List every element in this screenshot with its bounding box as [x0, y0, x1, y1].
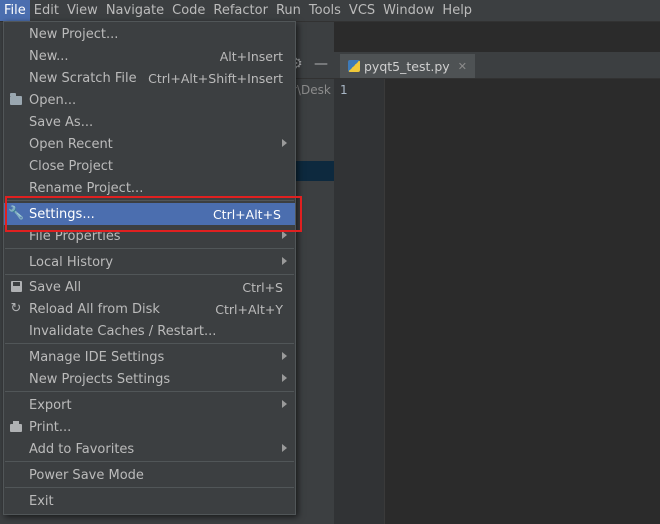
refresh-icon: ↻: [10, 301, 22, 316]
shortcut: Ctrl+S: [242, 279, 283, 295]
menu-refactor[interactable]: Refactor: [209, 0, 272, 21]
submenu-arrow-icon: [282, 139, 287, 147]
menu-code[interactable]: Code: [168, 0, 209, 21]
menu-window[interactable]: Window: [379, 0, 438, 21]
menu-separator: [5, 461, 294, 462]
file-menu: New Project... New... Alt+Insert New Scr…: [3, 21, 296, 515]
editor-tab-bar: pyqt5_test.py ✕: [334, 52, 660, 79]
close-icon[interactable]: ✕: [458, 60, 467, 73]
menu-view[interactable]: View: [63, 0, 102, 21]
menu-item-close-project[interactable]: Close Project: [4, 155, 295, 177]
menu-item-new-project[interactable]: New Project...: [4, 23, 295, 45]
menu-item-reload-all[interactable]: ↻ Reload All from Disk Ctrl+Alt+Y: [4, 298, 295, 320]
tab-pyqt5-test[interactable]: pyqt5_test.py ✕: [340, 54, 475, 78]
submenu-arrow-icon: [282, 374, 287, 382]
menu-item-manage-ide-settings[interactable]: Manage IDE Settings: [4, 346, 295, 368]
menu-item-save-all[interactable]: Save All Ctrl+S: [4, 276, 295, 298]
minimize-icon[interactable]: —: [314, 56, 328, 72]
submenu-arrow-icon: [282, 352, 287, 360]
menu-item-open[interactable]: Open...: [4, 89, 295, 111]
menu-item-exit[interactable]: Exit: [4, 490, 295, 512]
project-path: r\Desk: [292, 83, 331, 97]
menu-item-save-as[interactable]: Save As...: [4, 111, 295, 133]
menu-separator: [5, 487, 294, 488]
highlight-box: [5, 196, 302, 232]
submenu-arrow-icon: [282, 231, 287, 239]
menu-tools[interactable]: Tools: [305, 0, 345, 21]
editor-gutter: [334, 79, 385, 524]
menu-separator: [5, 248, 294, 249]
menu-bar: File Edit View Navigate Code Refactor Ru…: [0, 0, 660, 22]
printer-icon: [8, 419, 24, 435]
menu-item-add-to-favorites[interactable]: Add to Favorites: [4, 438, 295, 460]
shortcut: Ctrl+Alt+Y: [215, 301, 283, 317]
menu-edit[interactable]: Edit: [30, 0, 63, 21]
line-number: 1: [340, 83, 348, 97]
menu-help[interactable]: Help: [438, 0, 476, 21]
menu-item-new-scratch-file[interactable]: New Scratch File Ctrl+Alt+Shift+Insert: [4, 67, 295, 89]
menu-item-open-recent[interactable]: Open Recent: [4, 133, 295, 155]
menu-item-power-save-mode[interactable]: Power Save Mode: [4, 464, 295, 486]
shortcut: Alt+Insert: [219, 48, 283, 64]
menu-separator: [5, 274, 294, 275]
menu-item-invalidate-caches[interactable]: Invalidate Caches / Restart...: [4, 320, 295, 342]
shortcut: Ctrl+Alt+Shift+Insert: [148, 70, 283, 86]
menu-item-local-history[interactable]: Local History: [4, 251, 295, 273]
menu-item-print[interactable]: Print...: [4, 416, 295, 438]
menu-separator: [5, 343, 294, 344]
menu-separator: [5, 391, 294, 392]
menu-navigate[interactable]: Navigate: [102, 0, 168, 21]
menu-item-new-projects-settings[interactable]: New Projects Settings: [4, 368, 295, 390]
save-icon: [8, 279, 24, 295]
folder-icon: [8, 92, 24, 108]
menu-run[interactable]: Run: [272, 0, 305, 21]
menu-item-export[interactable]: Export: [4, 394, 295, 416]
menu-item-new[interactable]: New... Alt+Insert: [4, 45, 295, 67]
menu-vcs[interactable]: VCS: [345, 0, 379, 21]
python-file-icon: [348, 60, 360, 72]
selected-tree-row[interactable]: [292, 161, 334, 181]
code-editor[interactable]: [385, 79, 660, 524]
menu-file[interactable]: File: [0, 0, 30, 21]
submenu-arrow-icon: [282, 257, 287, 265]
tab-label: pyqt5_test.py: [364, 58, 450, 74]
submenu-arrow-icon: [282, 444, 287, 452]
submenu-arrow-icon: [282, 400, 287, 408]
